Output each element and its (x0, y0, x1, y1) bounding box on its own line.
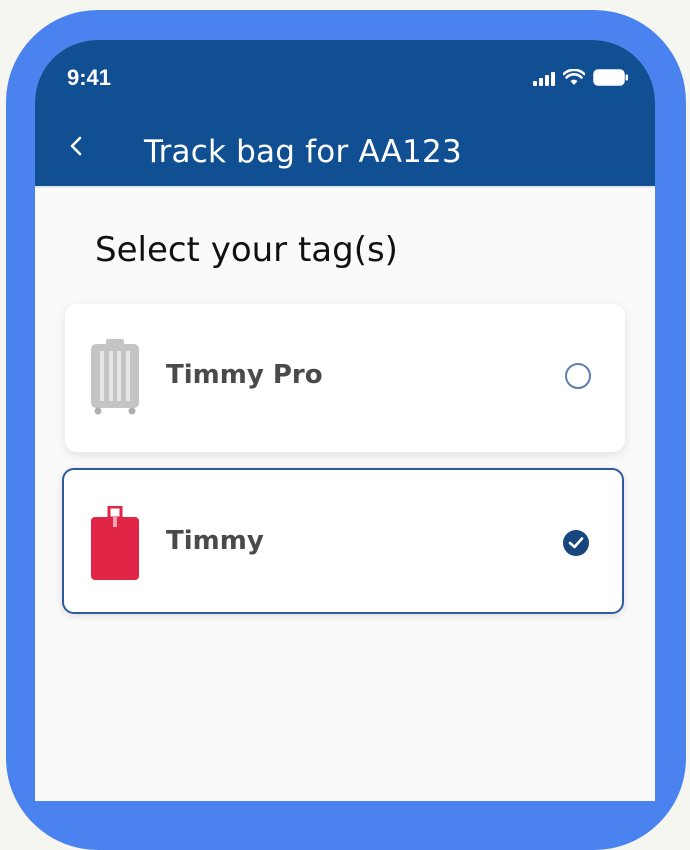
app-screen: 9:41 Track bag for AA123 Select your tag… (35, 40, 655, 801)
luggage-tag-icon (89, 505, 141, 587)
header-divider (35, 186, 655, 188)
status-icons (533, 66, 629, 86)
tag-label: Timmy Pro (166, 360, 323, 390)
chevron-left-icon (70, 136, 82, 156)
wifi-icon (563, 69, 585, 86)
signal-icon (533, 70, 555, 86)
check-icon[interactable] (563, 530, 589, 556)
status-time: 9:41 (67, 65, 112, 90)
battery-icon (593, 69, 629, 86)
tag-label: Timmy (166, 526, 264, 556)
radio-unchecked[interactable] (565, 363, 591, 389)
tag-option-timmy-pro[interactable]: Timmy Pro (65, 304, 625, 452)
page-title: Select your tag(s) (95, 230, 398, 270)
luggage-icon (89, 339, 141, 420)
nav-title: Track bag for AA123 (144, 134, 462, 170)
app-header: 9:41 Track bag for AA123 (35, 40, 655, 186)
back-button[interactable] (63, 132, 93, 162)
tag-option-timmy[interactable]: Timmy (62, 468, 624, 614)
